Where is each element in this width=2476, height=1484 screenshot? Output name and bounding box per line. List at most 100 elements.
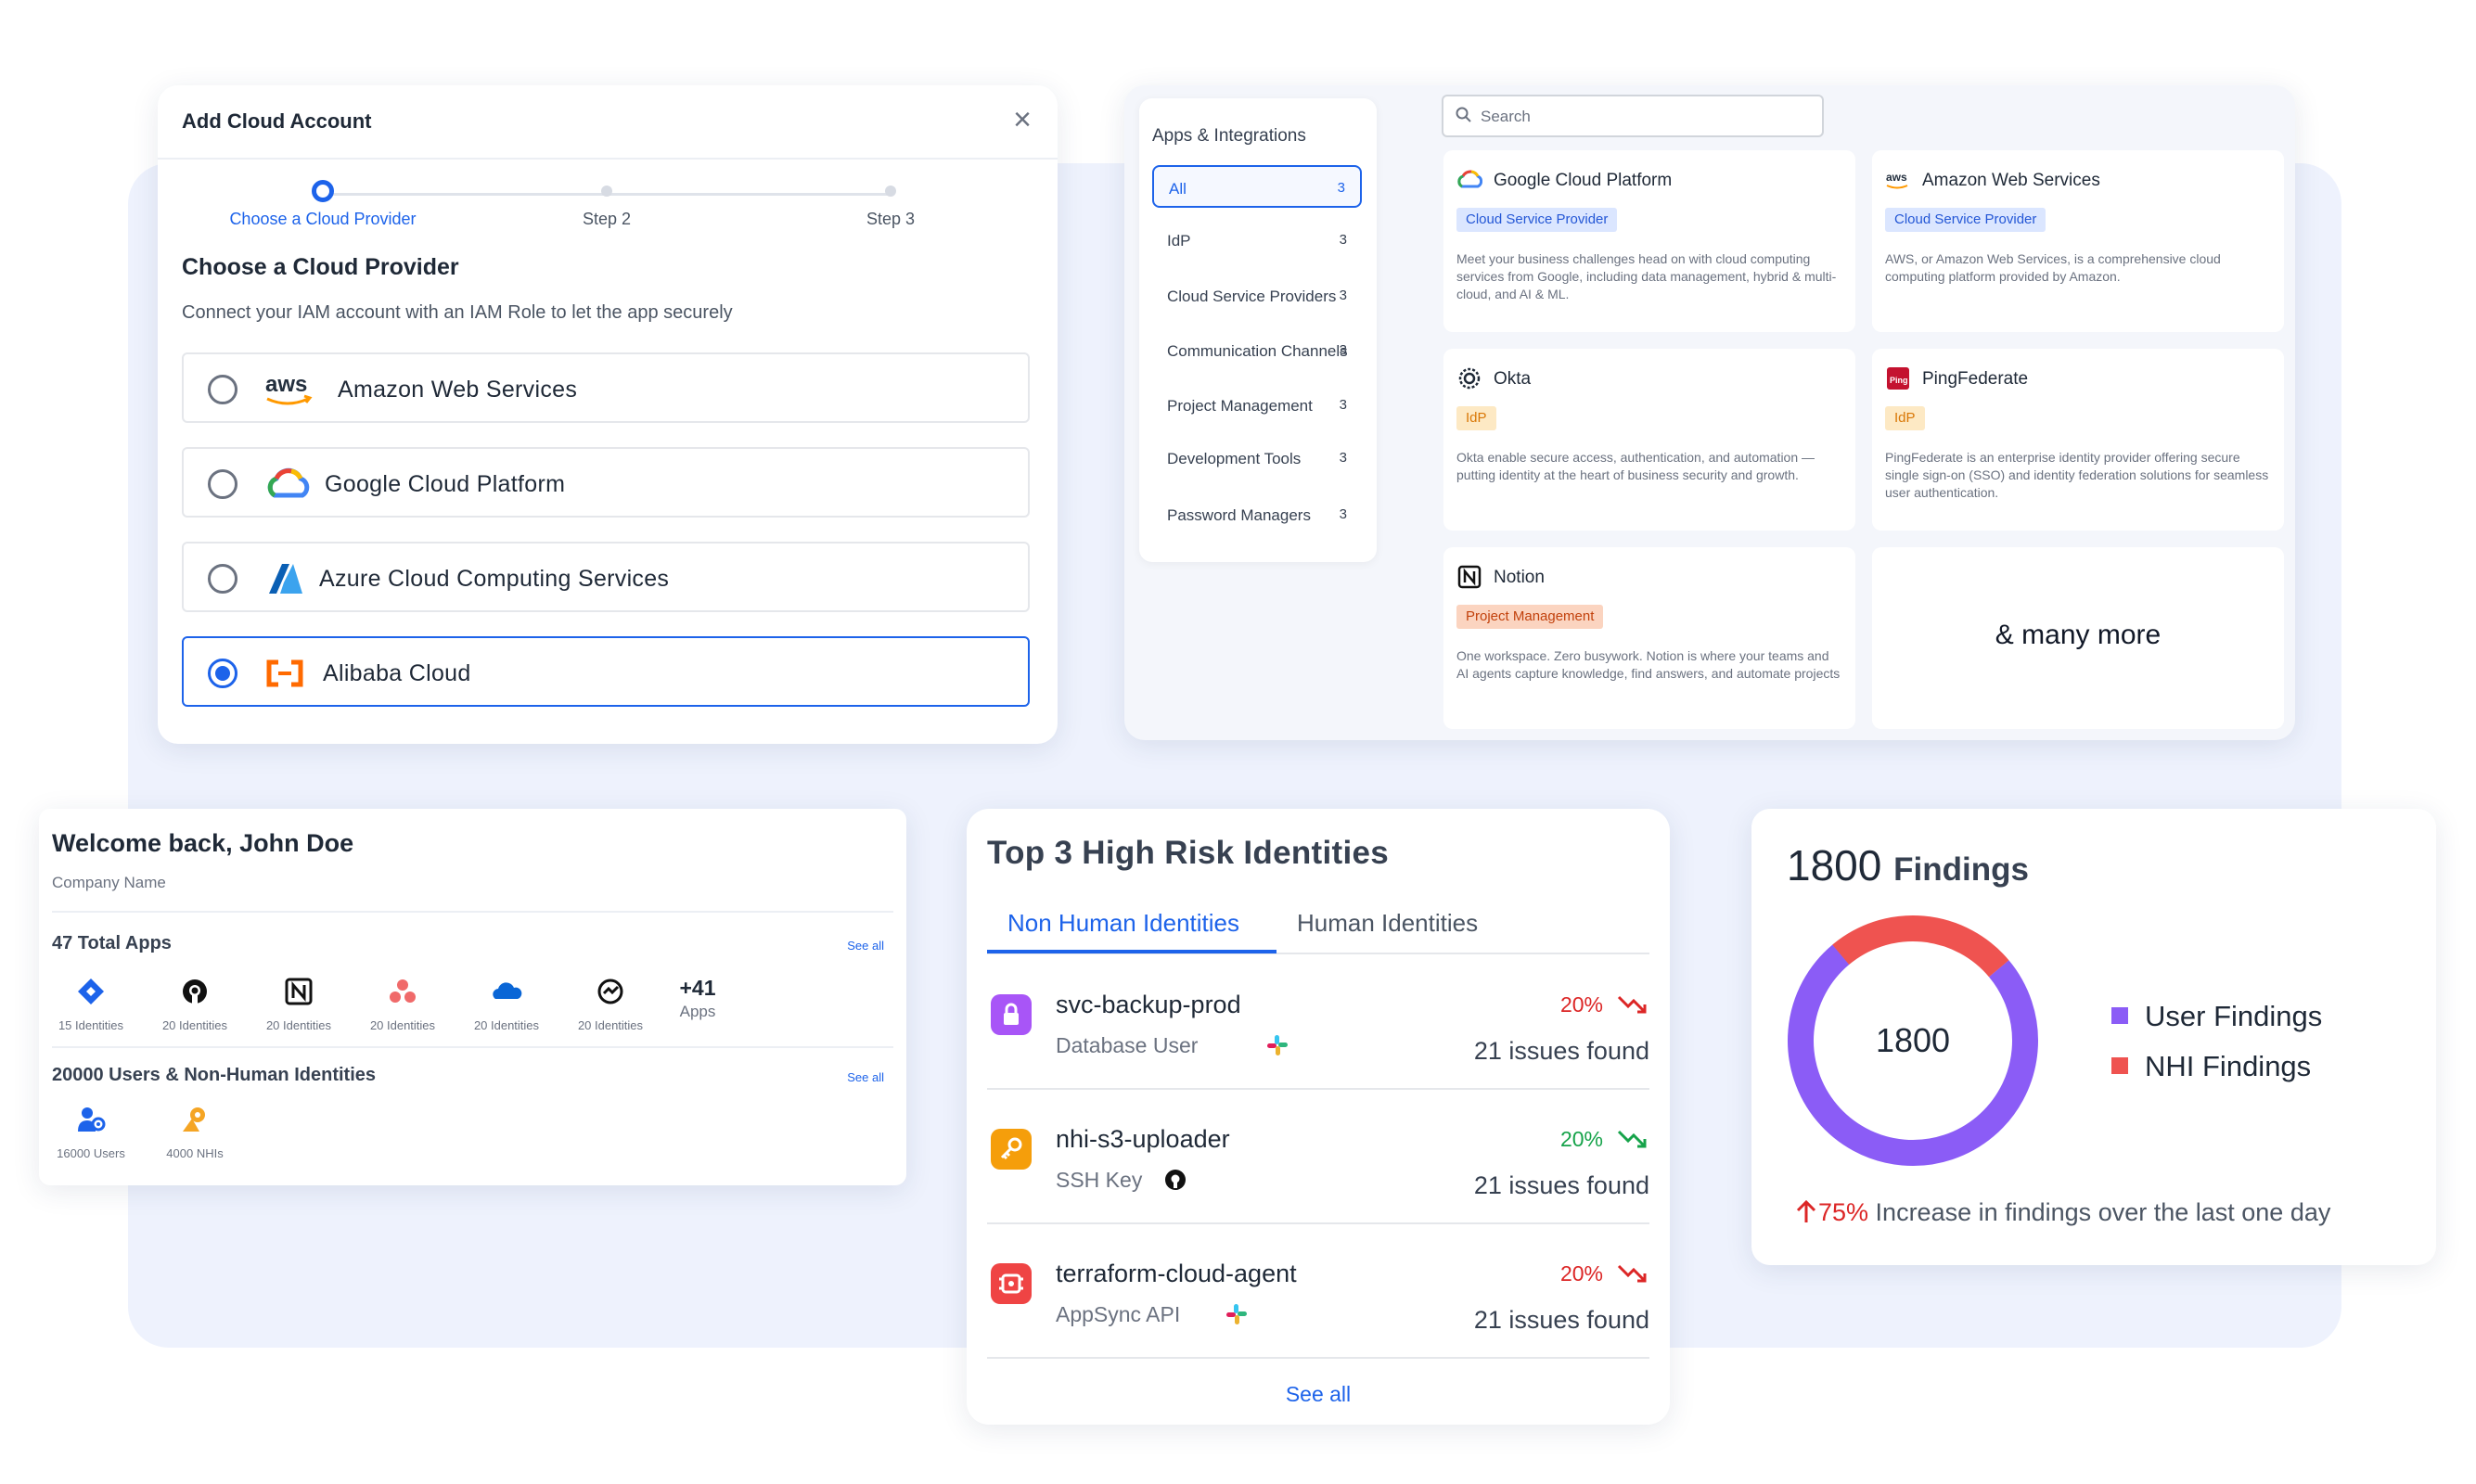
app-description: AWS, or Amazon Web Services, is a compre… (1885, 251, 2221, 284)
app-summary-github[interactable]: 20 Identities (143, 976, 247, 1032)
okta-icon (1458, 367, 1481, 390)
search-input[interactable] (1481, 104, 1815, 130)
divider (52, 911, 893, 913)
monitor-icon (597, 979, 623, 1004)
provider-option-azure[interactable]: Azure Cloud Computing Services (182, 542, 1030, 612)
category-project-management[interactable]: Project Management 3 (1152, 384, 1362, 427)
app-name: Google Cloud Platform (1494, 171, 1673, 190)
category-communication-channels[interactable]: Communication Channels 3 (1152, 329, 1362, 372)
category-label: Password Managers (1167, 506, 1311, 524)
welcome-card: Welcome back, John Doe Company Name 47 T… (39, 809, 906, 1185)
risk-percentage: 20% (1559, 992, 1603, 1017)
step-3-label[interactable]: Step 3 (866, 210, 915, 229)
category-all[interactable]: All 3 (1152, 165, 1362, 208)
category-count: 3 (1339, 232, 1347, 248)
identity-name: terraform-cloud-agent (1056, 1260, 1297, 1287)
category-development-tools[interactable]: Development Tools 3 (1152, 437, 1362, 480)
step-1-dot[interactable] (312, 180, 334, 202)
slack-icon (1267, 1035, 1288, 1055)
apps-integrations-panel: Apps & Integrations All 3 IdP 3 Cloud Se… (1124, 85, 2295, 740)
provider-option-alibaba[interactable]: Alibaba Cloud (182, 636, 1030, 707)
risk-row[interactable]: nhi-s3-uploader SSH Key 20% 21 issues fo… (987, 1090, 1649, 1224)
more-apps-label: Apps (679, 1003, 716, 1020)
legend-label: NHI Findings (2145, 1050, 2312, 1082)
alibaba-cloud-icon (266, 659, 303, 687)
app-tag: IdP (1885, 406, 1925, 430)
more-apps-count[interactable]: +41 Apps (661, 976, 735, 1021)
total-apps-title: 47 Total Apps (52, 933, 172, 953)
category-label: Cloud Service Providers (1167, 288, 1337, 305)
aws-logo-icon: aws (265, 372, 313, 405)
category-password-managers[interactable]: Password Managers 3 (1152, 493, 1362, 536)
risk-percentage: 20% (1559, 1261, 1603, 1286)
active-tab-indicator (987, 950, 1276, 953)
close-icon[interactable]: × (1013, 102, 1032, 138)
nhi-summary-label: 4000 NHIs (166, 1146, 224, 1160)
app-summary-label: 20 Identities (473, 1018, 540, 1032)
legend-swatch (2111, 1057, 2128, 1074)
radio-button[interactable] (208, 469, 237, 499)
risk-row[interactable]: svc-backup-prod Database User 20% 21 iss… (987, 955, 1649, 1090)
app-card-notion[interactable]: Notion Project Management One workspace.… (1443, 547, 1855, 729)
step-2-dot[interactable] (601, 186, 612, 197)
app-card-aws[interactable]: aws Amazon Web Services Cloud Service Pr… (1872, 150, 2284, 332)
category-count: 3 (1339, 342, 1347, 358)
radio-button[interactable] (208, 564, 237, 594)
category-cloud-service-providers[interactable]: Cloud Service Providers 3 (1152, 275, 1362, 317)
app-summary-asana[interactable]: 20 Identities (351, 976, 455, 1032)
provider-option-aws[interactable]: aws Amazon Web Services (182, 352, 1030, 423)
welcome-title: Welcome back, John Doe (52, 829, 354, 857)
step-1-label[interactable]: Choose a Cloud Provider (229, 210, 416, 229)
app-summary-monitor[interactable]: 20 Identities (558, 976, 662, 1032)
radio-button[interactable] (208, 375, 237, 404)
trend-down-icon (1617, 995, 1647, 1014)
users-summary[interactable]: 16000 Users (39, 1104, 143, 1160)
search-box[interactable] (1442, 95, 1824, 137)
category-count: 3 (1339, 506, 1347, 522)
key-icon (991, 1129, 1032, 1170)
tab-human-identities[interactable]: Human Identities (1297, 909, 1478, 938)
step-2-label[interactable]: Step 2 (583, 210, 631, 229)
category-idp[interactable]: IdP 3 (1152, 219, 1362, 262)
app-summary-jira[interactable]: 15 Identities (39, 976, 143, 1032)
legend-swatch (2111, 1007, 2128, 1024)
nhi-summary[interactable]: 4000 NHIs (143, 1104, 247, 1160)
step-3-dot[interactable] (885, 186, 896, 197)
app-name: Amazon Web Services (1922, 171, 2100, 190)
app-card-pingfederate[interactable]: Ping PingFederate IdP PingFederate is an… (1872, 349, 2284, 531)
app-description: Okta enable secure access, authenticatio… (1456, 450, 1815, 482)
app-card-google-cloud[interactable]: Google Cloud Platform Cloud Service Prov… (1443, 150, 1855, 332)
provider-name: Alibaba Cloud (323, 660, 471, 686)
trend-down-icon (1617, 1130, 1647, 1148)
app-card-okta[interactable]: Okta IdP Okta enable secure access, auth… (1443, 349, 1855, 531)
sidebar-heading: Apps & Integrations (1152, 126, 1306, 146)
app-name: Okta (1494, 369, 1532, 389)
notion-icon (285, 978, 313, 1005)
aws-logo-text: aws (1886, 171, 1907, 184)
jira-icon (78, 979, 104, 1004)
risk-percentage: 20% (1559, 1127, 1603, 1151)
provider-name: Amazon Web Services (338, 377, 578, 403)
issues-count: 21 issues found (1473, 1171, 1649, 1199)
category-label: All (1169, 180, 1187, 198)
radio-button[interactable] (208, 659, 237, 688)
tab-non-human-identities[interactable]: Non Human Identities (1007, 909, 1239, 938)
app-tag: Cloud Service Provider (1885, 208, 2046, 232)
risk-row[interactable]: terraform-cloud-agent AppSync API 20% 21… (987, 1224, 1649, 1359)
see-all-apps-link[interactable]: See all (847, 939, 884, 953)
app-summary-notion[interactable]: 20 Identities (247, 976, 351, 1032)
users-summary-label: 16000 Users (57, 1146, 125, 1160)
provider-option-gcp[interactable]: Google Cloud Platform (182, 447, 1030, 518)
issues-count: 21 issues found (1473, 1306, 1649, 1334)
aws-logo-icon: aws (1886, 171, 1908, 189)
see-all-users-link[interactable]: See all (847, 1070, 884, 1084)
app-summary-onedrive[interactable]: 20 Identities (455, 976, 558, 1032)
card-title: Top 3 High Risk Identities (987, 835, 1390, 871)
app-name: PingFederate (1922, 369, 2029, 389)
many-more-card[interactable]: & many more (1872, 547, 2284, 729)
see-all-link[interactable]: See all (967, 1382, 1670, 1407)
app-description: Meet your business challenges head on wi… (1456, 251, 1837, 301)
company-name: Company Name (52, 874, 166, 891)
high-risk-identities-card: Top 3 High Risk Identities Non Human Ide… (967, 809, 1670, 1425)
arrow-up-icon (1796, 1199, 1816, 1222)
